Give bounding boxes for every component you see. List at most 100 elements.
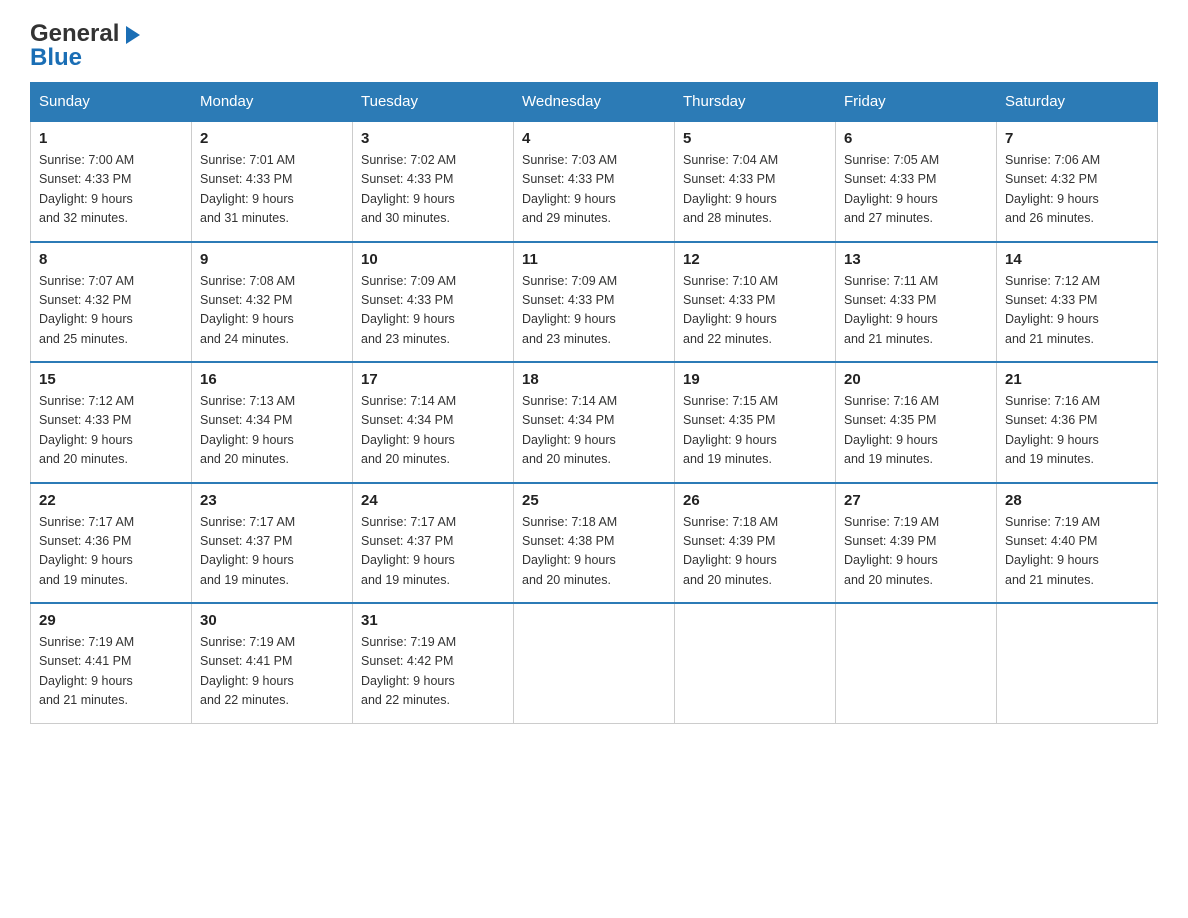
day-number: 9 xyxy=(200,251,344,268)
day-info: Sunrise: 7:00 AMSunset: 4:33 PMDaylight:… xyxy=(39,151,183,229)
day-info: Sunrise: 7:10 AMSunset: 4:33 PMDaylight:… xyxy=(683,272,827,350)
calendar-cell: 13 Sunrise: 7:11 AMSunset: 4:33 PMDaylig… xyxy=(836,242,997,363)
calendar-cell xyxy=(836,603,997,723)
day-info: Sunrise: 7:19 AMSunset: 4:42 PMDaylight:… xyxy=(361,633,505,711)
calendar-cell: 9 Sunrise: 7:08 AMSunset: 4:32 PMDayligh… xyxy=(192,242,353,363)
day-info: Sunrise: 7:16 AMSunset: 4:35 PMDaylight:… xyxy=(844,392,988,470)
day-number: 10 xyxy=(361,251,505,268)
calendar-table: SundayMondayTuesdayWednesdayThursdayFrid… xyxy=(30,82,1158,724)
day-number: 31 xyxy=(361,612,505,629)
day-number: 18 xyxy=(522,371,666,388)
day-number: 13 xyxy=(844,251,988,268)
day-number: 21 xyxy=(1005,371,1149,388)
calendar-cell: 29 Sunrise: 7:19 AMSunset: 4:41 PMDaylig… xyxy=(31,603,192,723)
day-number: 6 xyxy=(844,130,988,147)
weekday-header-monday: Monday xyxy=(192,83,353,122)
day-number: 3 xyxy=(361,130,505,147)
calendar-cell: 21 Sunrise: 7:16 AMSunset: 4:36 PMDaylig… xyxy=(997,362,1158,483)
day-info: Sunrise: 7:01 AMSunset: 4:33 PMDaylight:… xyxy=(200,151,344,229)
day-number: 28 xyxy=(1005,492,1149,509)
calendar-cell: 8 Sunrise: 7:07 AMSunset: 4:32 PMDayligh… xyxy=(31,242,192,363)
calendar-cell: 23 Sunrise: 7:17 AMSunset: 4:37 PMDaylig… xyxy=(192,483,353,604)
weekday-header-tuesday: Tuesday xyxy=(353,83,514,122)
day-number: 25 xyxy=(522,492,666,509)
day-info: Sunrise: 7:11 AMSunset: 4:33 PMDaylight:… xyxy=(844,272,988,350)
day-number: 16 xyxy=(200,371,344,388)
logo-blue-text: Blue xyxy=(30,44,82,72)
day-info: Sunrise: 7:12 AMSunset: 4:33 PMDaylight:… xyxy=(1005,272,1149,350)
day-number: 2 xyxy=(200,130,344,147)
day-info: Sunrise: 7:18 AMSunset: 4:38 PMDaylight:… xyxy=(522,513,666,591)
day-number: 14 xyxy=(1005,251,1149,268)
calendar-cell: 4 Sunrise: 7:03 AMSunset: 4:33 PMDayligh… xyxy=(514,121,675,242)
calendar-cell: 28 Sunrise: 7:19 AMSunset: 4:40 PMDaylig… xyxy=(997,483,1158,604)
day-info: Sunrise: 7:09 AMSunset: 4:33 PMDaylight:… xyxy=(522,272,666,350)
day-info: Sunrise: 7:19 AMSunset: 4:41 PMDaylight:… xyxy=(200,633,344,711)
calendar-cell: 15 Sunrise: 7:12 AMSunset: 4:33 PMDaylig… xyxy=(31,362,192,483)
calendar-cell: 25 Sunrise: 7:18 AMSunset: 4:38 PMDaylig… xyxy=(514,483,675,604)
calendar-cell: 27 Sunrise: 7:19 AMSunset: 4:39 PMDaylig… xyxy=(836,483,997,604)
day-number: 23 xyxy=(200,492,344,509)
day-number: 1 xyxy=(39,130,183,147)
day-number: 19 xyxy=(683,371,827,388)
day-number: 27 xyxy=(844,492,988,509)
day-number: 20 xyxy=(844,371,988,388)
day-info: Sunrise: 7:04 AMSunset: 4:33 PMDaylight:… xyxy=(683,151,827,229)
page-header: General Blue xyxy=(30,20,1158,72)
calendar-week-4: 22 Sunrise: 7:17 AMSunset: 4:36 PMDaylig… xyxy=(31,483,1158,604)
day-info: Sunrise: 7:06 AMSunset: 4:32 PMDaylight:… xyxy=(1005,151,1149,229)
day-info: Sunrise: 7:15 AMSunset: 4:35 PMDaylight:… xyxy=(683,392,827,470)
logo: General Blue xyxy=(30,20,144,72)
calendar-cell: 17 Sunrise: 7:14 AMSunset: 4:34 PMDaylig… xyxy=(353,362,514,483)
calendar-cell xyxy=(675,603,836,723)
calendar-cell: 7 Sunrise: 7:06 AMSunset: 4:32 PMDayligh… xyxy=(997,121,1158,242)
calendar-cell: 12 Sunrise: 7:10 AMSunset: 4:33 PMDaylig… xyxy=(675,242,836,363)
calendar-cell: 26 Sunrise: 7:18 AMSunset: 4:39 PMDaylig… xyxy=(675,483,836,604)
calendar-cell: 3 Sunrise: 7:02 AMSunset: 4:33 PMDayligh… xyxy=(353,121,514,242)
calendar-cell xyxy=(514,603,675,723)
day-number: 29 xyxy=(39,612,183,629)
weekday-header-saturday: Saturday xyxy=(997,83,1158,122)
day-number: 11 xyxy=(522,251,666,268)
day-info: Sunrise: 7:13 AMSunset: 4:34 PMDaylight:… xyxy=(200,392,344,470)
day-info: Sunrise: 7:07 AMSunset: 4:32 PMDaylight:… xyxy=(39,272,183,350)
day-info: Sunrise: 7:12 AMSunset: 4:33 PMDaylight:… xyxy=(39,392,183,470)
day-info: Sunrise: 7:09 AMSunset: 4:33 PMDaylight:… xyxy=(361,272,505,350)
calendar-cell: 18 Sunrise: 7:14 AMSunset: 4:34 PMDaylig… xyxy=(514,362,675,483)
day-number: 22 xyxy=(39,492,183,509)
calendar-cell: 1 Sunrise: 7:00 AMSunset: 4:33 PMDayligh… xyxy=(31,121,192,242)
weekday-header-sunday: Sunday xyxy=(31,83,192,122)
day-info: Sunrise: 7:19 AMSunset: 4:41 PMDaylight:… xyxy=(39,633,183,711)
day-number: 7 xyxy=(1005,130,1149,147)
calendar-week-3: 15 Sunrise: 7:12 AMSunset: 4:33 PMDaylig… xyxy=(31,362,1158,483)
day-info: Sunrise: 7:05 AMSunset: 4:33 PMDaylight:… xyxy=(844,151,988,229)
day-info: Sunrise: 7:18 AMSunset: 4:39 PMDaylight:… xyxy=(683,513,827,591)
calendar-cell: 6 Sunrise: 7:05 AMSunset: 4:33 PMDayligh… xyxy=(836,121,997,242)
day-number: 4 xyxy=(522,130,666,147)
calendar-cell: 10 Sunrise: 7:09 AMSunset: 4:33 PMDaylig… xyxy=(353,242,514,363)
calendar-cell: 22 Sunrise: 7:17 AMSunset: 4:36 PMDaylig… xyxy=(31,483,192,604)
calendar-cell: 20 Sunrise: 7:16 AMSunset: 4:35 PMDaylig… xyxy=(836,362,997,483)
calendar-cell: 31 Sunrise: 7:19 AMSunset: 4:42 PMDaylig… xyxy=(353,603,514,723)
day-number: 12 xyxy=(683,251,827,268)
weekday-header-row: SundayMondayTuesdayWednesdayThursdayFrid… xyxy=(31,83,1158,122)
calendar-cell: 14 Sunrise: 7:12 AMSunset: 4:33 PMDaylig… xyxy=(997,242,1158,363)
day-info: Sunrise: 7:17 AMSunset: 4:36 PMDaylight:… xyxy=(39,513,183,591)
day-info: Sunrise: 7:19 AMSunset: 4:40 PMDaylight:… xyxy=(1005,513,1149,591)
day-number: 8 xyxy=(39,251,183,268)
day-info: Sunrise: 7:02 AMSunset: 4:33 PMDaylight:… xyxy=(361,151,505,229)
day-info: Sunrise: 7:16 AMSunset: 4:36 PMDaylight:… xyxy=(1005,392,1149,470)
day-info: Sunrise: 7:17 AMSunset: 4:37 PMDaylight:… xyxy=(200,513,344,591)
calendar-cell: 30 Sunrise: 7:19 AMSunset: 4:41 PMDaylig… xyxy=(192,603,353,723)
calendar-cell: 24 Sunrise: 7:17 AMSunset: 4:37 PMDaylig… xyxy=(353,483,514,604)
weekday-header-friday: Friday xyxy=(836,83,997,122)
day-number: 5 xyxy=(683,130,827,147)
day-number: 17 xyxy=(361,371,505,388)
calendar-week-2: 8 Sunrise: 7:07 AMSunset: 4:32 PMDayligh… xyxy=(31,242,1158,363)
calendar-cell: 2 Sunrise: 7:01 AMSunset: 4:33 PMDayligh… xyxy=(192,121,353,242)
day-number: 30 xyxy=(200,612,344,629)
calendar-cell: 5 Sunrise: 7:04 AMSunset: 4:33 PMDayligh… xyxy=(675,121,836,242)
weekday-header-wednesday: Wednesday xyxy=(514,83,675,122)
day-info: Sunrise: 7:14 AMSunset: 4:34 PMDaylight:… xyxy=(522,392,666,470)
weekday-header-thursday: Thursday xyxy=(675,83,836,122)
